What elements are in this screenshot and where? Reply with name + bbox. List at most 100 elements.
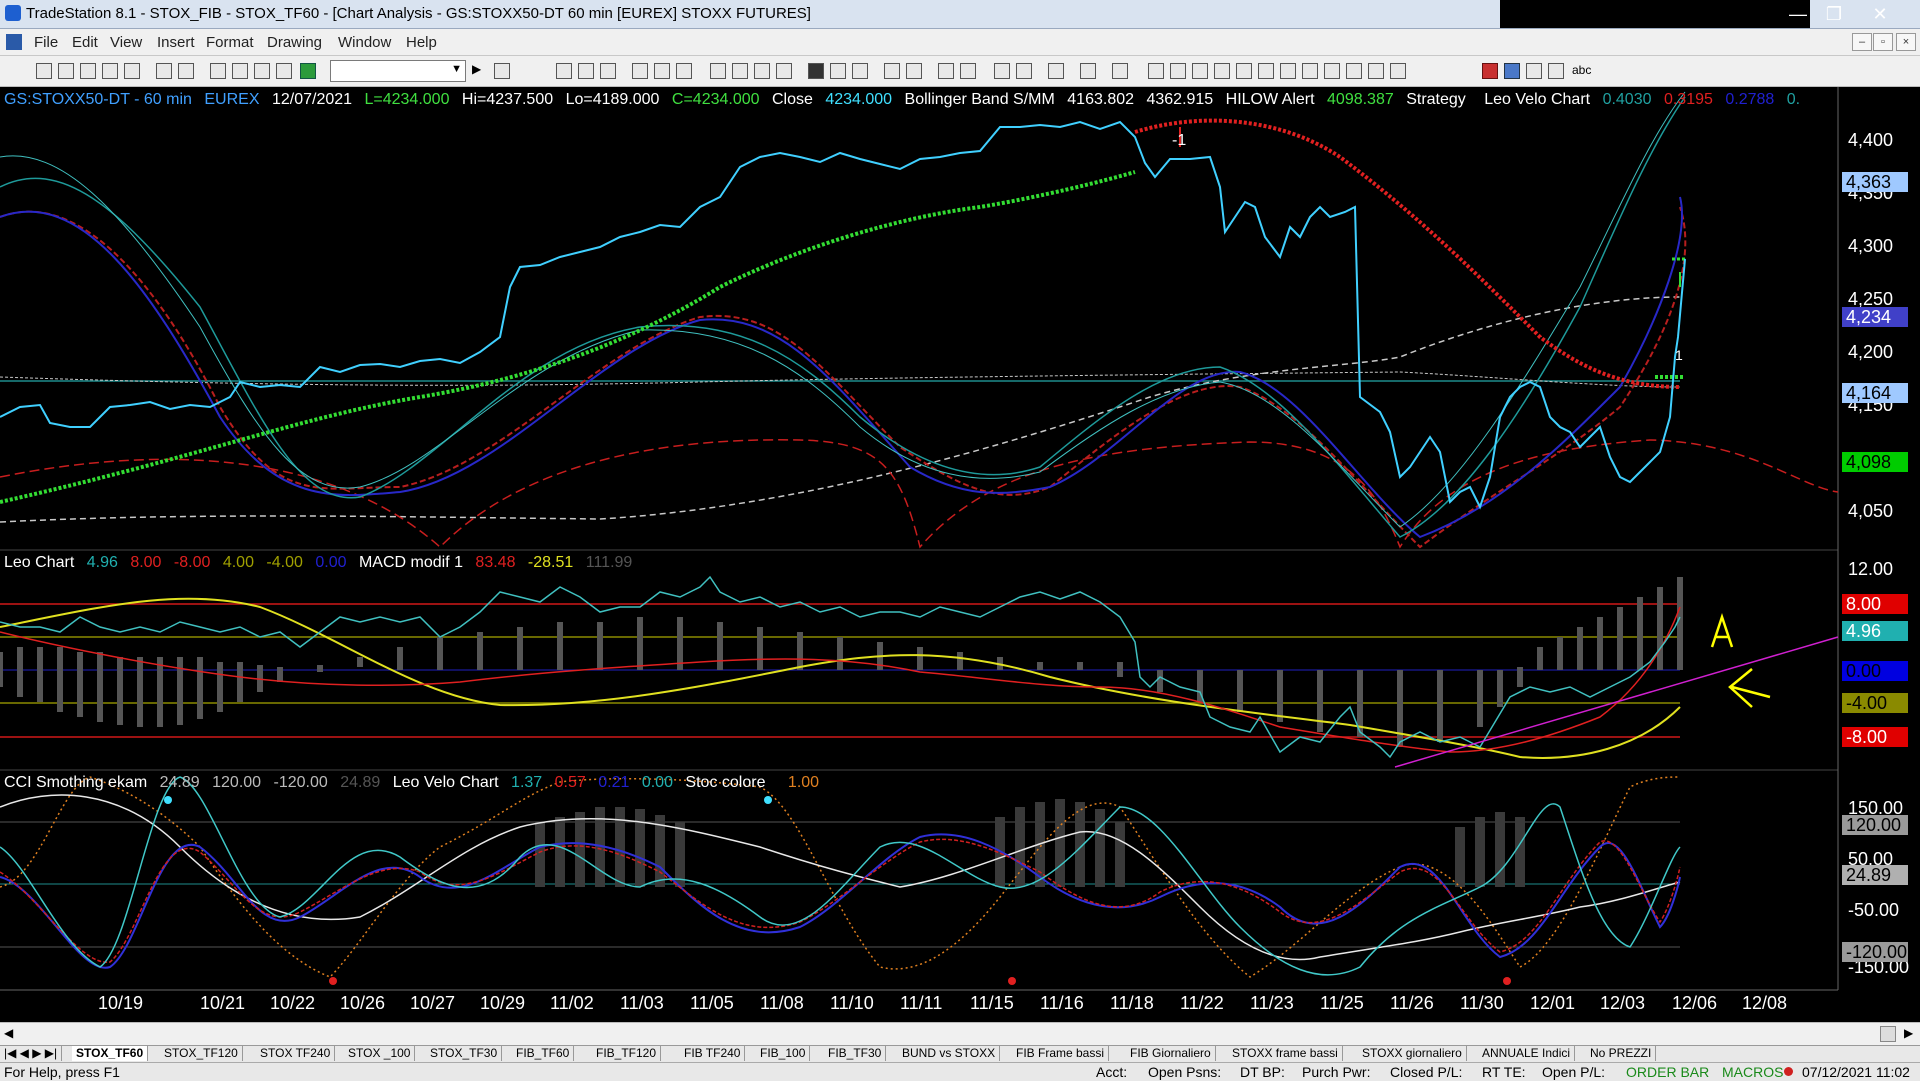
matrix-icon[interactable] <box>600 63 616 79</box>
print-preview-icon[interactable] <box>178 63 194 79</box>
save-icon[interactable] <box>102 63 118 79</box>
rectangle-icon[interactable] <box>1548 63 1564 79</box>
horizontal-line-icon[interactable] <box>1192 63 1208 79</box>
vertical-line-icon[interactable] <box>1258 63 1274 79</box>
tab-stox-tf240[interactable]: STOX TF240 <box>256 1046 336 1061</box>
mdi-close-button[interactable]: × <box>1896 33 1916 51</box>
gann-icon[interactable] <box>1302 63 1318 79</box>
zoom-out-icon[interactable] <box>960 63 976 79</box>
tab-stox-tf60[interactable]: STOX_TF60 <box>72 1046 149 1061</box>
close-button[interactable]: ✕ <box>1860 2 1900 26</box>
copy-icon[interactable] <box>210 63 226 79</box>
hotlist-icon[interactable] <box>710 63 726 79</box>
hide-icon[interactable] <box>1112 63 1128 79</box>
menu-format[interactable]: Format <box>206 34 254 51</box>
horizontal-scrollbar[interactable]: ◀ ▶ <box>0 1022 1920 1045</box>
menu-help[interactable]: Help <box>406 34 437 51</box>
globe-icon[interactable] <box>300 63 316 79</box>
compress-icon[interactable] <box>884 63 900 79</box>
tab-fib-frame-bassi[interactable]: FIB Frame bassi <box>1012 1046 1110 1061</box>
arrow-down-icon[interactable] <box>1482 63 1498 79</box>
order-bar-button[interactable]: ORDER BAR <box>1626 1064 1709 1080</box>
tab-nav-buttons[interactable]: |◀ ◀ ▶ ▶| <box>0 1046 63 1061</box>
pointer-icon[interactable] <box>994 63 1010 79</box>
tab-fib-100[interactable]: FIB_100 <box>756 1046 811 1061</box>
tools-icon[interactable] <box>1048 63 1064 79</box>
arrow-up-icon[interactable] <box>1504 63 1520 79</box>
save-all-icon[interactable] <box>124 63 140 79</box>
symbol-label[interactable]: GS:STOXX50-DT - 60 min <box>4 91 192 108</box>
format-icon[interactable] <box>1080 63 1096 79</box>
tab-annuale-indici[interactable]: ANNUALE Indici <box>1478 1046 1576 1061</box>
menu-window[interactable]: Window <box>338 34 391 51</box>
fib-icon[interactable] <box>1170 63 1186 79</box>
tab-no-prezzi[interactable]: No PREZZI <box>1586 1046 1657 1061</box>
menu-file[interactable]: File <box>34 34 58 51</box>
symbol-combo[interactable]: ▼ <box>330 60 466 82</box>
insert-analysis-icon[interactable] <box>1016 63 1032 79</box>
tab-fib-tf60[interactable]: FIB_TF60 <box>512 1046 575 1061</box>
link-icon[interactable] <box>276 63 292 79</box>
workspace-icon[interactable] <box>80 63 96 79</box>
channel-icon[interactable] <box>1214 63 1230 79</box>
pencil-icon[interactable] <box>1390 63 1406 79</box>
cci-value-3: -120.00 <box>273 774 328 791</box>
andrews-icon[interactable] <box>1280 63 1296 79</box>
mdi-minimize-button[interactable]: – <box>1852 33 1872 51</box>
chart-window-icon[interactable] <box>6 34 22 50</box>
tab-stoxx-giornaliero[interactable]: STOXX giornaliero <box>1358 1046 1467 1061</box>
orderbar-icon[interactable] <box>776 63 792 79</box>
macros-button[interactable]: MACROS <box>1722 1064 1783 1080</box>
menu-drawing[interactable]: Drawing <box>267 34 322 51</box>
lock-icon[interactable] <box>254 63 270 79</box>
chart-area[interactable]: GS:STOXX50-DT - 60 min EUREX 12/07/2021 … <box>0 87 1920 1045</box>
date-label: 12/07/2021 <box>271 91 353 108</box>
chart-icon[interactable] <box>556 63 572 79</box>
line-icon[interactable] <box>852 63 868 79</box>
bollinger-high-tag: 4,363 <box>1842 172 1908 192</box>
arc-icon[interactable] <box>1346 63 1362 79</box>
restore-button[interactable]: ❐ <box>1814 2 1854 26</box>
scroll-left-icon[interactable]: ◀ <box>4 1026 13 1040</box>
tab-stoxx-frame-bassi[interactable]: STOXX frame bassi <box>1228 1046 1343 1061</box>
regression-icon[interactable] <box>1236 63 1252 79</box>
expand-icon[interactable] <box>906 63 922 79</box>
tab-stox-100[interactable]: STOX _100 <box>344 1046 416 1061</box>
menu-view[interactable]: View <box>110 34 142 51</box>
ellipse-icon[interactable] <box>1526 63 1542 79</box>
print-icon[interactable] <box>156 63 172 79</box>
mdi-restore-button[interactable]: ▫ <box>1873 33 1893 51</box>
tab-fib-tf120[interactable]: FIB_TF120 <box>592 1046 662 1061</box>
radar-icon[interactable] <box>578 63 594 79</box>
timesales-icon[interactable] <box>732 63 748 79</box>
chevron-down-icon[interactable]: ▼ <box>451 63 462 75</box>
candles-icon[interactable] <box>830 63 846 79</box>
tab-stox-tf120[interactable]: STOX_TF120 <box>160 1046 243 1061</box>
scroll-right-icon[interactable]: ▶ <box>1904 1026 1913 1040</box>
tab-fib-giornaliero[interactable]: FIB Giornaliero <box>1126 1046 1216 1061</box>
zoom-in-icon[interactable] <box>938 63 954 79</box>
find-icon[interactable] <box>494 63 510 79</box>
minimize-button[interactable]: — <box>1778 2 1818 26</box>
play-icon[interactable]: ▶ <box>472 62 481 76</box>
alerts-icon[interactable] <box>754 63 770 79</box>
open-icon[interactable] <box>58 63 74 79</box>
option-icon[interactable] <box>654 63 670 79</box>
speed-line-icon[interactable] <box>1324 63 1340 79</box>
new-icon[interactable] <box>36 63 52 79</box>
bars-icon[interactable] <box>808 63 824 79</box>
trendline-icon[interactable] <box>1148 63 1164 79</box>
fan-icon[interactable] <box>1368 63 1384 79</box>
menu-insert[interactable]: Insert <box>157 34 195 51</box>
menu-edit[interactable]: Edit <box>72 34 98 51</box>
bollinger-mid-line <box>0 296 1681 523</box>
tab-fib-tf30[interactable]: FIB_TF30 <box>824 1046 887 1061</box>
news-icon[interactable] <box>676 63 692 79</box>
tab-bund-vs-stoxx[interactable]: BUND vs STOXX <box>898 1046 1001 1061</box>
tab-fib-tf240[interactable]: FIB TF240 <box>680 1046 746 1061</box>
tab-stox-tf30[interactable]: STOX_TF30 <box>426 1046 503 1061</box>
paste-icon[interactable] <box>232 63 248 79</box>
text-tool-icon[interactable]: abc <box>1572 63 1591 77</box>
scanner-icon[interactable] <box>632 63 648 79</box>
scroll-thumb[interactable] <box>1880 1026 1896 1042</box>
